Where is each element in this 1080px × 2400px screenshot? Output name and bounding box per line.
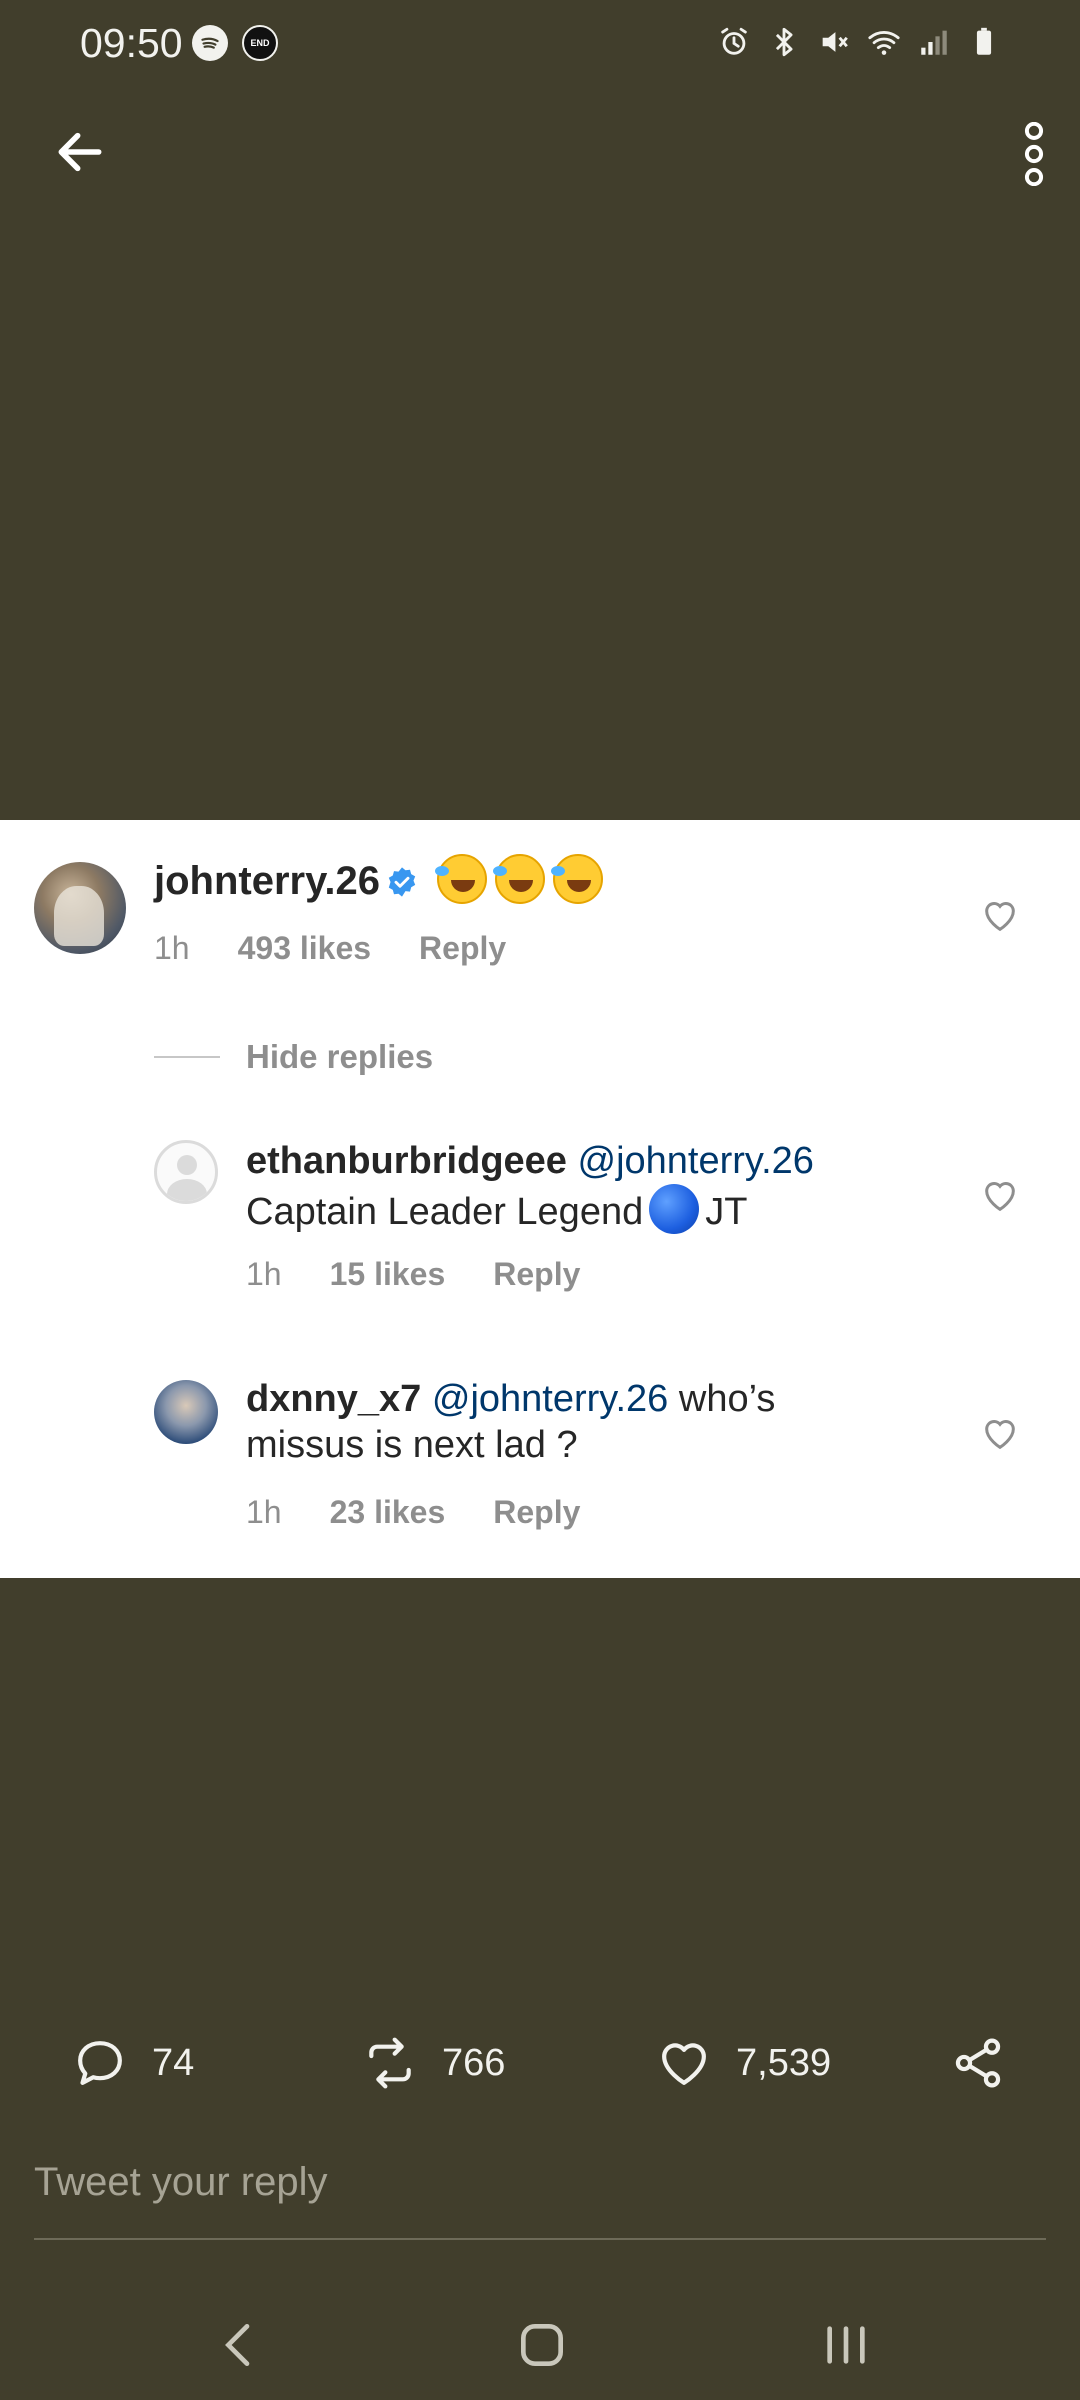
- heart-icon: [662, 2043, 706, 2085]
- battery-icon: [966, 22, 1002, 62]
- heart-outline-icon: [985, 1182, 1015, 1212]
- status-time: 09:50: [80, 20, 183, 66]
- spotify-icon: [192, 25, 228, 61]
- more-vertical-icon: [1024, 122, 1044, 186]
- reply-text: dxnny_x7 @johnterry.26 who’s missus is n…: [246, 1376, 966, 1468]
- reply-reply: Reply: [493, 1494, 581, 1530]
- blue-circle-emoji-icon: [649, 1184, 700, 1234]
- recents-icon: [827, 2326, 865, 2364]
- reply-mention: @johnterry.26: [431, 1378, 669, 1420]
- hide-replies: Hide replies: [154, 1038, 433, 1076]
- reply-username: dxnny_x7: [246, 1378, 422, 1420]
- retweet-button[interactable]: 766: [362, 2030, 505, 2096]
- hide-replies-label: Hide replies: [246, 1038, 434, 1075]
- navigation-bar: [0, 2290, 1080, 2400]
- reply-body: who’s: [678, 1378, 776, 1420]
- nav-back-button[interactable]: [200, 2310, 280, 2380]
- comment-time: 1h: [154, 930, 190, 966]
- wifi-icon: [866, 22, 902, 62]
- comment-image[interactable]: johnterry.26 1h 493 likes Reply Hide rep…: [0, 820, 1080, 1578]
- bluetooth-icon: [766, 22, 802, 62]
- divider: [154, 1056, 220, 1058]
- retweet-count: 766: [442, 2041, 506, 2084]
- share-icon: [955, 2038, 1001, 2088]
- home-square-icon: [521, 2324, 563, 2366]
- chevron-left-icon: [225, 2324, 250, 2366]
- rofl-emoji-icon: [551, 854, 604, 904]
- alarm-icon: [716, 22, 752, 62]
- tweet-reply-input[interactable]: [34, 2160, 1046, 2205]
- nav-recents-button[interactable]: [806, 2310, 886, 2380]
- share-button[interactable]: [950, 2030, 1006, 2096]
- nav-home-button[interactable]: [502, 2310, 582, 2380]
- reply-body-end: JT: [705, 1191, 748, 1233]
- reply-body: Captain Leader Legend: [246, 1191, 644, 1233]
- more-options-button[interactable]: [1006, 116, 1062, 192]
- heart-outline-icon: [985, 902, 1015, 932]
- verified-badge-icon: [388, 867, 416, 897]
- comment-meta: 1h 493 likes Reply: [154, 930, 506, 967]
- reply-reply: Reply: [493, 1256, 581, 1292]
- reply-username: ethanburbridgeee: [246, 1140, 567, 1182]
- reply-body-line2: missus is next lad ?: [246, 1424, 578, 1466]
- reply-meta: 1h 15 likes Reply: [246, 1256, 580, 1293]
- rofl-emoji-icon: [435, 854, 488, 904]
- comment-username: johnterry.26: [154, 859, 380, 903]
- heart-outline-icon: [985, 1420, 1015, 1450]
- comment-header: johnterry.26: [154, 854, 604, 904]
- reply-mention: @johnterry.26: [577, 1140, 814, 1182]
- rofl-emoji-icon: [493, 854, 546, 904]
- status-icons: [716, 22, 1002, 62]
- comment-bubble-icon: [78, 2041, 122, 2085]
- like-button[interactable]: 7,539: [656, 2030, 831, 2096]
- mute-icon: [816, 22, 852, 62]
- retweet-icon: [369, 2037, 411, 2089]
- signal-icon: [916, 22, 952, 62]
- reply-meta: 1h 23 likes Reply: [246, 1494, 580, 1531]
- reply-likes: 23 likes: [329, 1494, 446, 1530]
- reply-text: ethanburbridgeee @johnterry.26 Captain L…: [246, 1138, 966, 1235]
- status-bar: 09:50 END: [0, 0, 1080, 90]
- comment-count: 74: [152, 2041, 195, 2084]
- avatar: [34, 862, 126, 954]
- comment-likes: 493 likes: [237, 930, 372, 966]
- like-count: 7,539: [736, 2041, 832, 2084]
- avatar: [154, 1140, 218, 1204]
- reply-time: 1h: [246, 1256, 282, 1292]
- comment-button[interactable]: 74: [72, 2030, 194, 2096]
- reply-likes: 15 likes: [329, 1256, 446, 1292]
- avatar: [154, 1380, 218, 1444]
- reply-box: [34, 2160, 1046, 2240]
- reply-time: 1h: [246, 1494, 282, 1530]
- back-button[interactable]: [48, 120, 112, 184]
- arrow-left-icon: [58, 132, 102, 172]
- comment-reply: Reply: [419, 930, 507, 966]
- end-badge-icon: END: [242, 25, 278, 61]
